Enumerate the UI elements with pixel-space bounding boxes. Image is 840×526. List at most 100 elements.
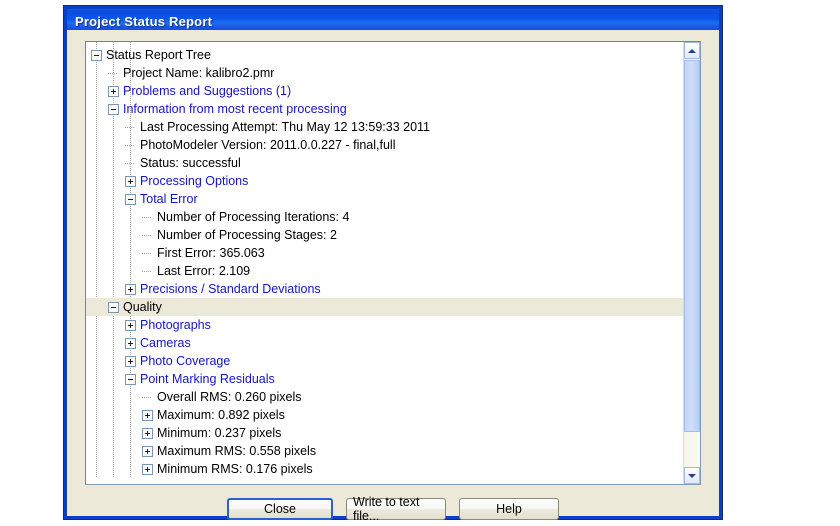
expand-plus-icon[interactable] [125,283,136,295]
tree-leaf-connector-icon [125,158,136,169]
tree-row[interactable]: First Error: 365.063 [86,244,683,262]
tree-row[interactable]: Number of Processing Iterations: 4 [86,208,683,226]
collapse-minus-icon[interactable] [91,49,102,61]
expand-plus-icon[interactable] [142,427,153,439]
title-bar[interactable]: Project Status Report [67,6,719,33]
write-to-text-file-button[interactable]: Write to text file... [346,495,446,523]
tree-leaf-connector-icon [125,122,136,133]
tree-row[interactable]: Photographs [86,316,683,334]
screen: Project Status Report Status Report Tree… [0,0,840,526]
tree-row-label: Minimum RMS: 0.176 pixels [157,462,313,476]
window-title: Project Status Report [75,13,213,29]
tree-row[interactable]: Quality [86,298,683,316]
dialog-button-row: Close Write to text file... Help [67,495,719,523]
tree-row[interactable]: Last Processing Attempt: Thu May 12 13:5… [86,118,683,136]
collapse-minus-icon[interactable] [125,373,136,385]
close-button[interactable]: Close [227,498,333,520]
scrollbar-up-button[interactable] [684,42,700,59]
tree-row[interactable]: Problems and Suggestions (1) [86,82,683,100]
tree-row[interactable]: Status Report Tree [86,46,683,64]
scroll-down-arrow-icon [688,473,696,478]
collapse-minus-icon[interactable] [125,193,136,205]
tree-row-label: Minimum: 0.237 pixels [157,426,282,440]
tree-scroll-view: Status Report Tree Project Name: kalibro2… [86,42,683,484]
collapse-minus-icon[interactable] [108,301,119,313]
tree-row-label: Status Report Tree [106,48,211,62]
tree-row[interactable]: Overall RMS: 0.260 pixels [86,388,683,406]
expand-plus-icon[interactable] [125,175,136,187]
tree-row[interactable]: Minimum: 0.237 pixels [86,424,683,442]
tree-row-label: Overall RMS: 0.260 pixels [157,390,302,404]
tree-row-label: Number of Processing Stages: 2 [157,228,337,242]
tree-row-label: Processing Options [140,174,249,188]
help-button[interactable]: Help [459,498,559,520]
tree-row[interactable]: Project Name: kalibro2.pmr [86,64,683,82]
tree-leaf-connector-icon [108,68,119,79]
tree-row-label: Number of Processing Iterations: 4 [157,210,350,224]
tree-row[interactable]: Maximum: 0.892 pixels [86,406,683,424]
vertical-scrollbar[interactable] [683,42,700,484]
tree-row[interactable]: Maximum RMS: 0.558 pixels [86,442,683,460]
dialog-body: Status Report Tree Project Name: kalibro2… [67,30,719,523]
expand-plus-icon[interactable] [125,355,136,367]
collapse-minus-icon[interactable] [108,103,119,115]
tree-row[interactable]: Last Error: 2.109 [86,262,683,280]
tree-row[interactable]: Precisions / Standard Deviations [86,280,683,298]
tree-row-label: Precisions / Standard Deviations [140,282,321,296]
tree-row[interactable]: Information from most recent processing [86,100,683,118]
tree-row[interactable]: Total Error [86,190,683,208]
scroll-up-arrow-icon [688,48,696,53]
tree-row-label: Maximum: 0.892 pixels [157,408,285,422]
status-report-tree-panel: Status Report Tree Project Name: kalibro2… [85,41,701,485]
tree-row-label: Status: successful [140,156,241,170]
tree-row[interactable]: PhotoModeler Version: 2011.0.0.227 - fin… [86,136,683,154]
expand-plus-icon[interactable] [108,85,119,97]
tree-row[interactable]: Point Marking Residuals [86,370,683,388]
tree-row[interactable]: Number of Processing Stages: 2 [86,226,683,244]
expand-plus-icon[interactable] [142,409,153,421]
tree-row-label: Problems and Suggestions (1) [123,84,292,98]
tree-row-label: Point Marking Residuals [140,372,275,386]
tree-row[interactable]: Minimum RMS: 0.176 pixels [86,460,683,478]
tree-leaf-connector-icon [142,392,153,403]
expand-plus-icon[interactable] [125,337,136,349]
tree-row-label: PhotoModeler Version: 2011.0.0.227 - fin… [140,138,396,152]
tree-leaf-connector-icon [142,212,153,223]
tree-rows-container: Status Report Tree Project Name: kalibro2… [86,42,683,478]
tree-row[interactable]: Cameras [86,334,683,352]
expand-plus-icon[interactable] [125,319,136,331]
expand-plus-icon[interactable] [142,445,153,457]
tree-row-label: Photographs [140,318,211,332]
tree-row-label: First Error: 365.063 [157,246,265,260]
tree-row-label: Quality [123,300,162,314]
tree-row-label: Cameras [140,336,191,350]
tree-row-label: Information from most recent processing [123,102,347,116]
tree-row[interactable]: Processing Options [86,172,683,190]
tree-row[interactable]: Status: successful [86,154,683,172]
tree-row-label: Maximum RMS: 0.558 pixels [157,444,317,458]
project-status-report-dialog: Project Status Report Status Report Tree… [64,6,722,523]
expand-plus-icon[interactable] [142,463,153,475]
scrollbar-down-button[interactable] [684,467,700,484]
tree-row[interactable]: Photo Coverage [86,352,683,370]
scrollbar-thumb[interactable] [684,60,700,432]
